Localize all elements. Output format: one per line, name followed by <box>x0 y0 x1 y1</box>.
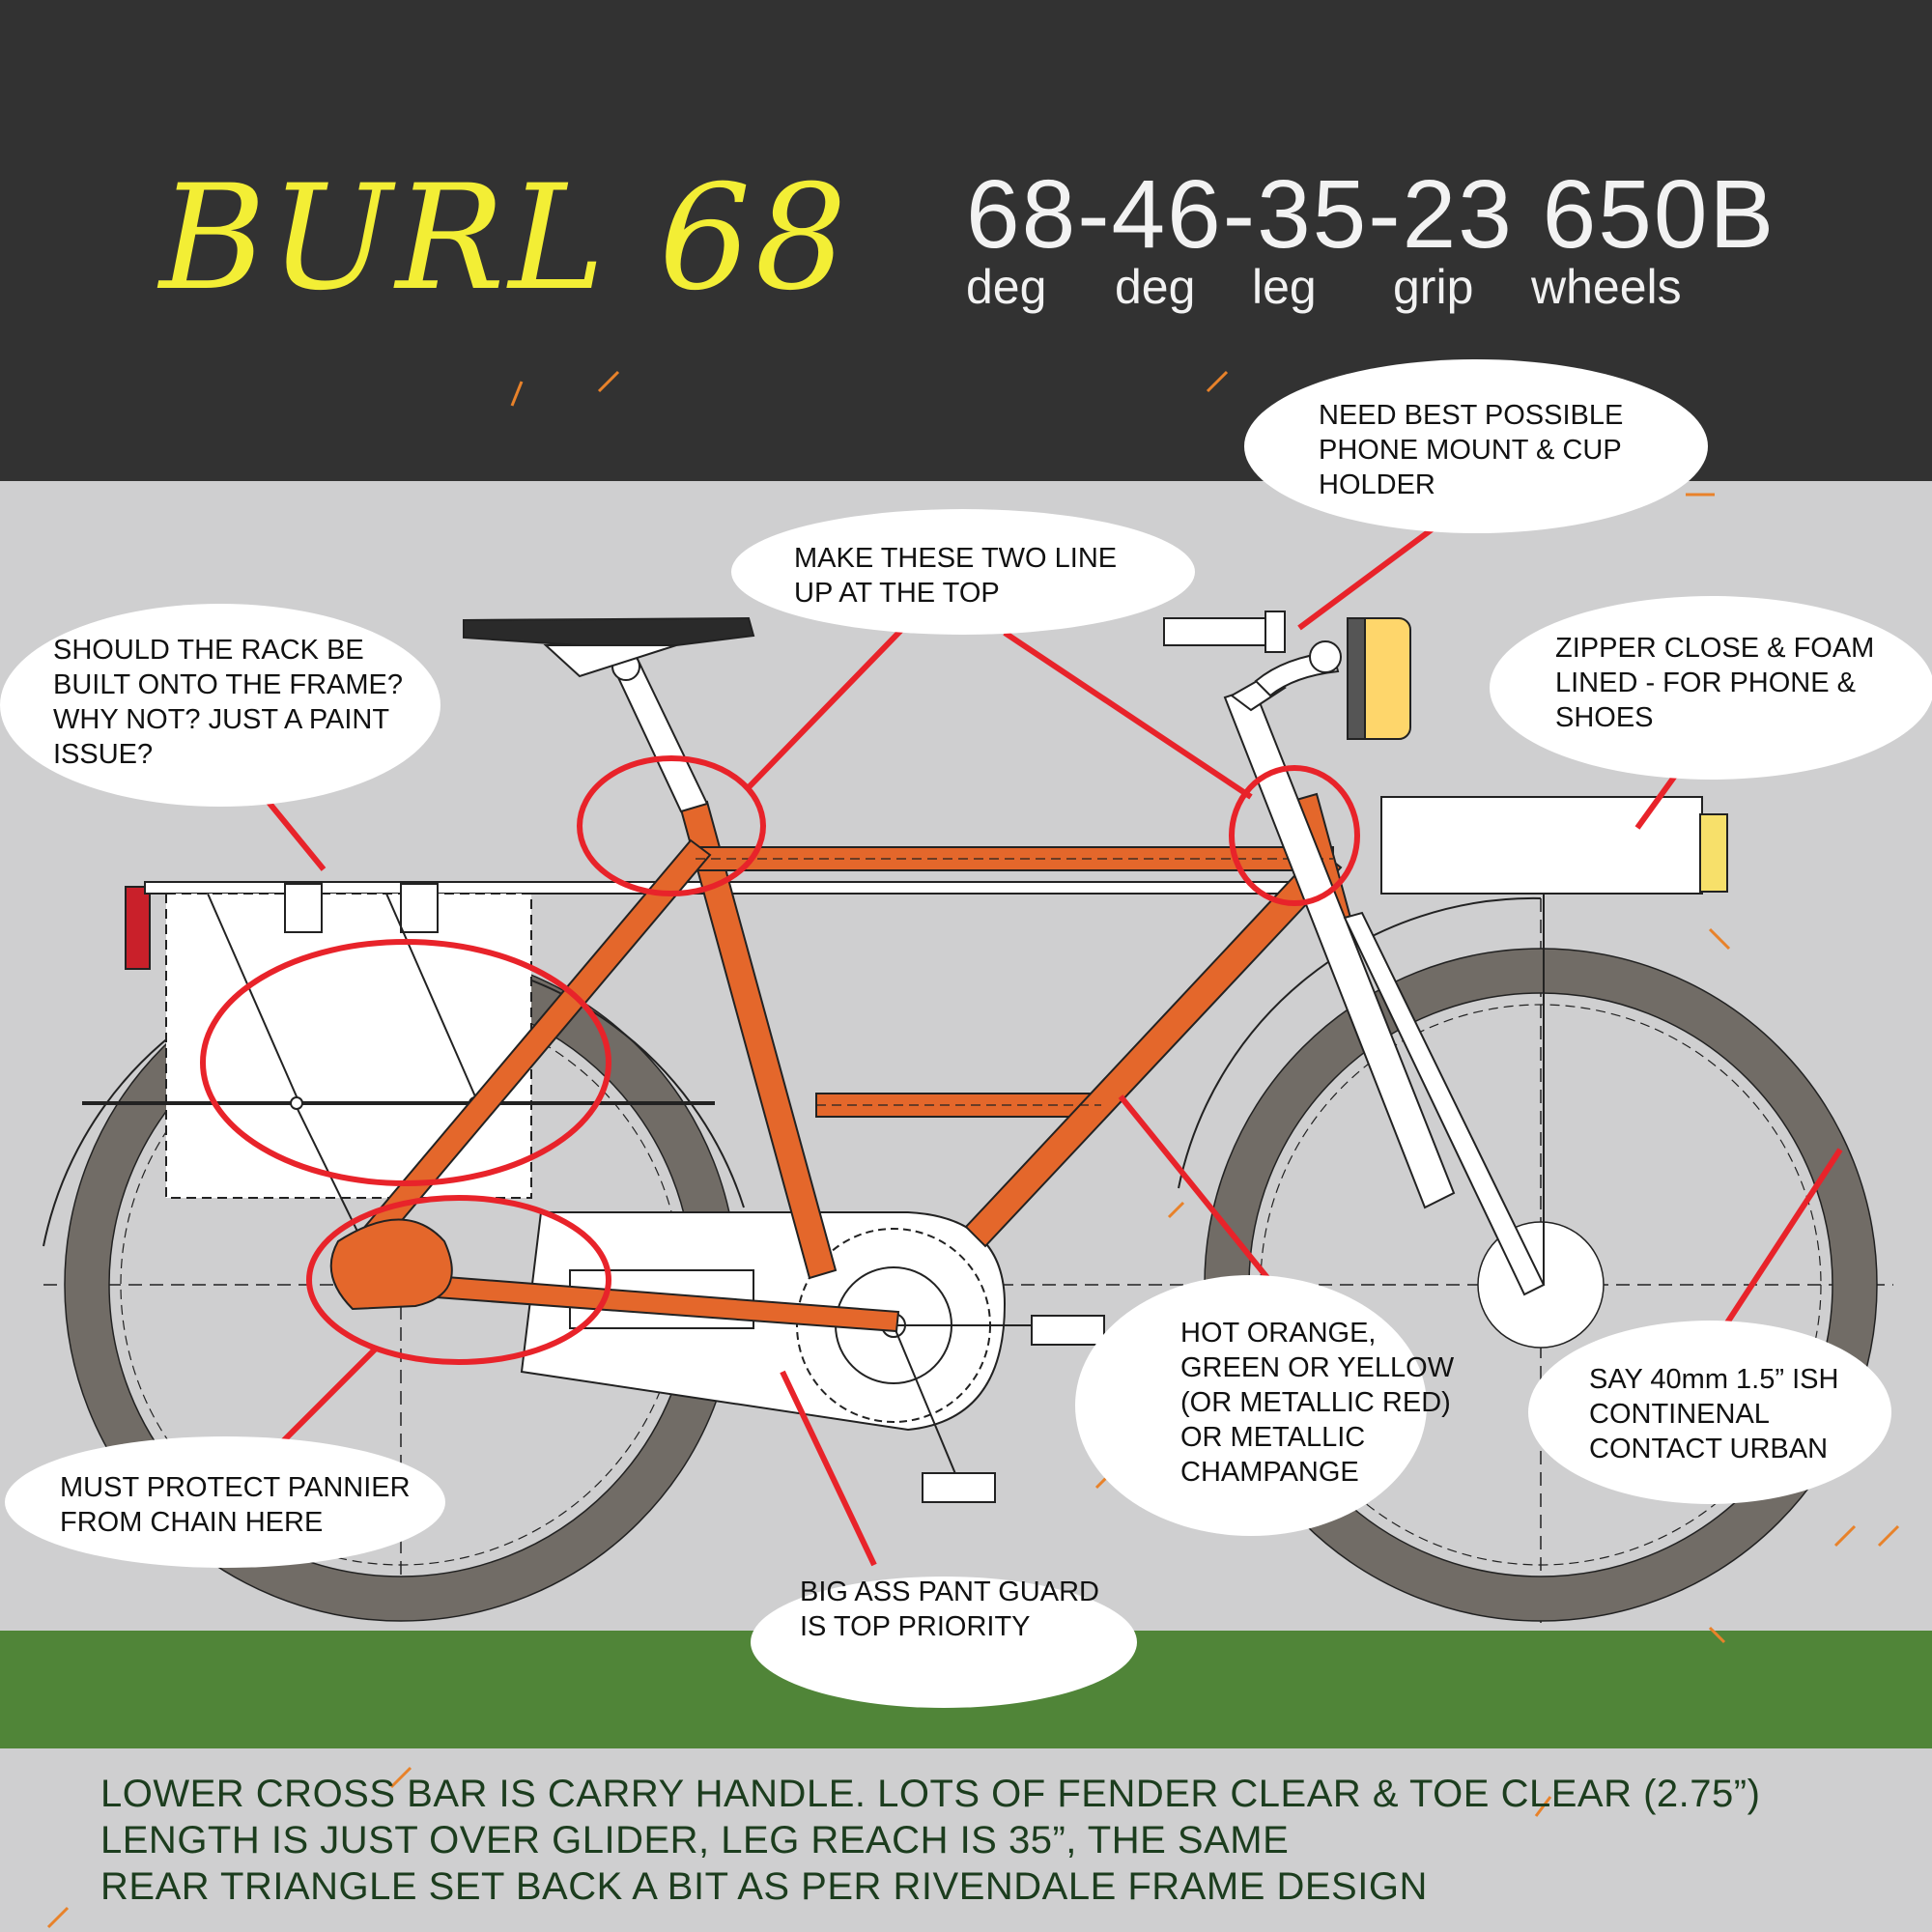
callout-rack: SHOULD THE RACK BE BUILT ONTO THE FRAME?… <box>53 635 404 770</box>
callout-pant-guard: BIG ASS PANT GUARD IS TOP PRIORITY <box>800 1577 1099 1642</box>
callout-line-up: MAKE THESE TWO LINE UP AT THE TOP <box>794 543 1118 609</box>
callout-phone-mount: NEED BEST POSSIBLE PHONE MOUNT & CUP HOL… <box>1319 400 1624 500</box>
callout-pannier: MUST PROTECT PANNIER FROM CHAIN HERE <box>60 1472 411 1538</box>
note-line-2: LENGTH IS JUST OVER GLIDER, LEG REACH IS… <box>100 1819 1290 1861</box>
note-line-1: LOWER CROSS BAR IS CARRY HANDLE. LOTS OF… <box>100 1773 1761 1815</box>
callout-color: HOT ORANGE, GREEN OR YELLOW (OR METALLIC… <box>1180 1318 1455 1488</box>
front-rack <box>1380 796 1728 1285</box>
frame-centerlines <box>696 858 1333 1106</box>
saddle-and-seatpost <box>463 616 755 813</box>
callout-zipper: ZIPPER CLOSE & FOAM LINED - FOR PHONE & … <box>1555 633 1875 733</box>
note-line-3: REAR TRIANGLE SET BACK A BIT AS PER RIVE… <box>100 1865 1428 1908</box>
callout-tire: SAY 40mm 1.5” ISH CONTINENAL CONTACT URB… <box>1589 1364 1839 1464</box>
